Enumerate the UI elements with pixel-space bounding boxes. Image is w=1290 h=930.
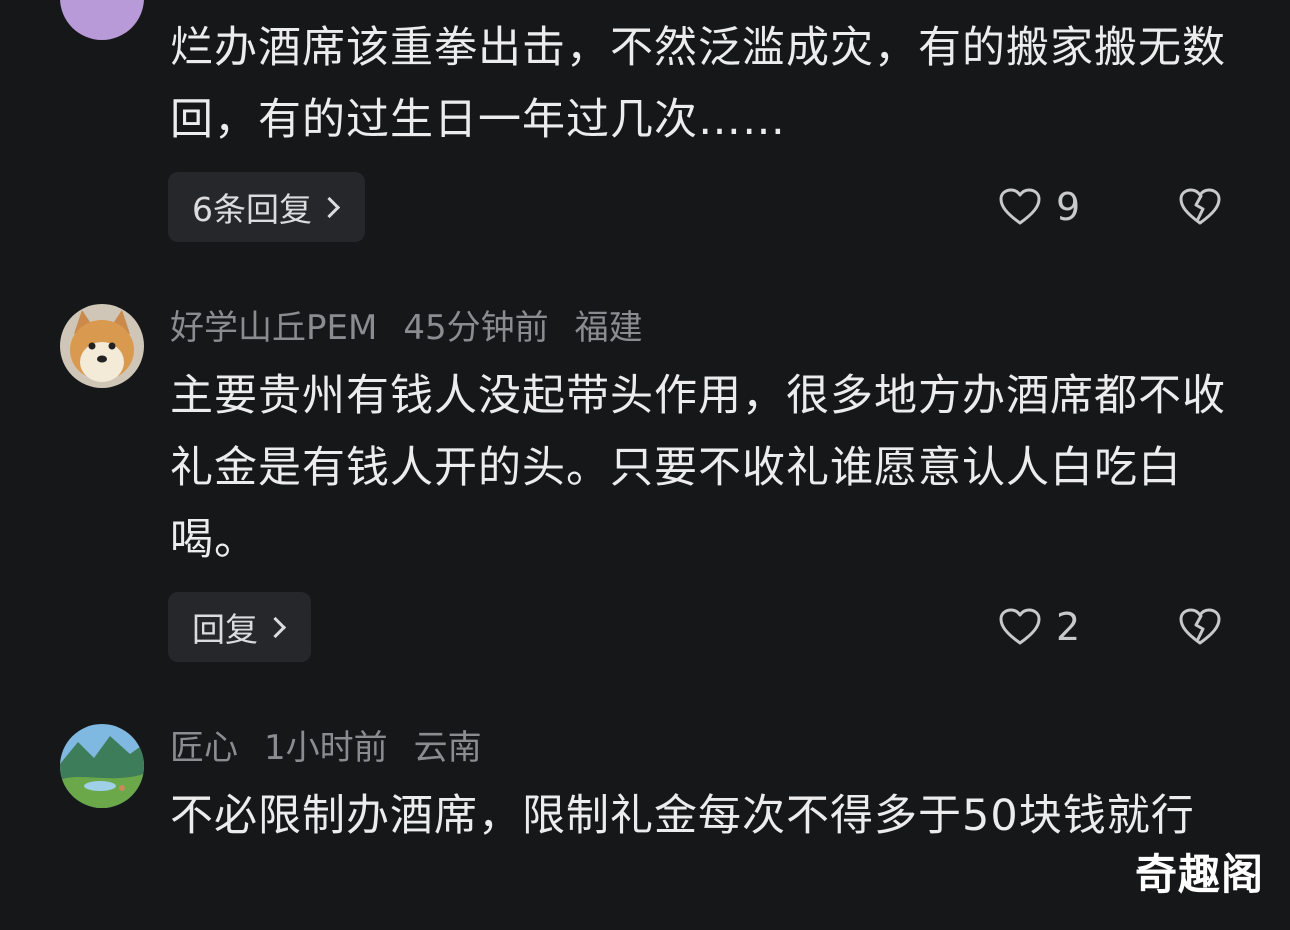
view-replies-button[interactable]: 6条回复 <box>168 172 365 242</box>
watermark: 奇趣阁 <box>1134 850 1264 899</box>
landscape-avatar-image <box>60 724 144 808</box>
reply-label: 6条回复 <box>192 190 312 229</box>
avatar[interactable] <box>60 724 144 808</box>
chevron-right-icon <box>318 196 341 218</box>
reply-button[interactable]: 回复 <box>168 592 311 662</box>
chevron-right-icon <box>264 616 287 638</box>
comment-meta: 好学山丘PEM 45分钟前 福建 <box>170 308 669 348</box>
broken-heart-icon <box>1179 188 1221 225</box>
username[interactable]: 匠心 <box>170 728 238 768</box>
broken-heart-icon <box>1179 608 1221 645</box>
username[interactable]: 好学山丘PEM <box>170 308 377 348</box>
like-button[interactable]: 2 <box>998 592 1080 662</box>
comment-text: 主要贵州有钱人没起带头作用，很多地方办酒席都不收礼金是有钱人开的头。只要不收礼谁… <box>170 371 1226 565</box>
avatar[interactable] <box>60 0 144 40</box>
heart-icon <box>999 188 1041 225</box>
timestamp: 45分钟前 <box>403 308 549 348</box>
dislike-button[interactable] <box>1178 592 1222 662</box>
timestamp: 1小时前 <box>264 728 388 768</box>
dislike-button[interactable] <box>1178 172 1222 242</box>
location: 福建 <box>574 308 643 348</box>
location: 云南 <box>413 728 482 768</box>
comment-text: 烂办酒席该重拳出击，不然泛滥成灾，有的搬家搬无数回，有的过生日一年过几次…… <box>170 23 1226 145</box>
avatar[interactable] <box>60 304 144 388</box>
like-button[interactable]: 9 <box>998 172 1080 242</box>
like-count: 2 <box>1056 605 1081 649</box>
comment-text: 不必限制办酒席，限制礼金每次不得多于50块钱就行 <box>170 791 1195 841</box>
like-count: 9 <box>1056 185 1081 229</box>
heart-icon <box>999 608 1041 645</box>
reply-label: 回复 <box>192 610 258 649</box>
comment-meta: 匠心 1小时前 云南 <box>170 728 508 768</box>
shiba-dog-avatar-image <box>60 304 144 388</box>
